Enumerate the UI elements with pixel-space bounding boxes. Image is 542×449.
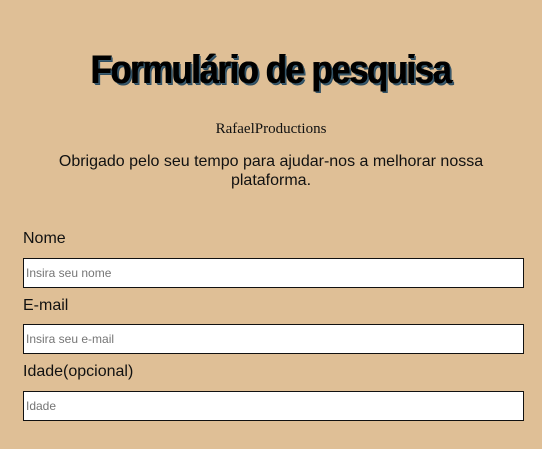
email-label: E-mail — [23, 297, 69, 314]
name-label: Nome — [23, 230, 66, 247]
age-input[interactable] — [23, 391, 524, 421]
page-title: Formulário de pesquisa — [91, 48, 452, 92]
author-name: RafaelProductions — [215, 121, 327, 137]
page-description: Obrigado pelo seu tempo para ajudar-nos … — [58, 153, 484, 189]
name-input[interactable] — [23, 258, 524, 288]
email-input[interactable] — [23, 324, 524, 354]
survey-page: Formulário de pesquisa RafaelProductions… — [0, 0, 542, 449]
age-label: Idade(opcional) — [23, 363, 134, 380]
